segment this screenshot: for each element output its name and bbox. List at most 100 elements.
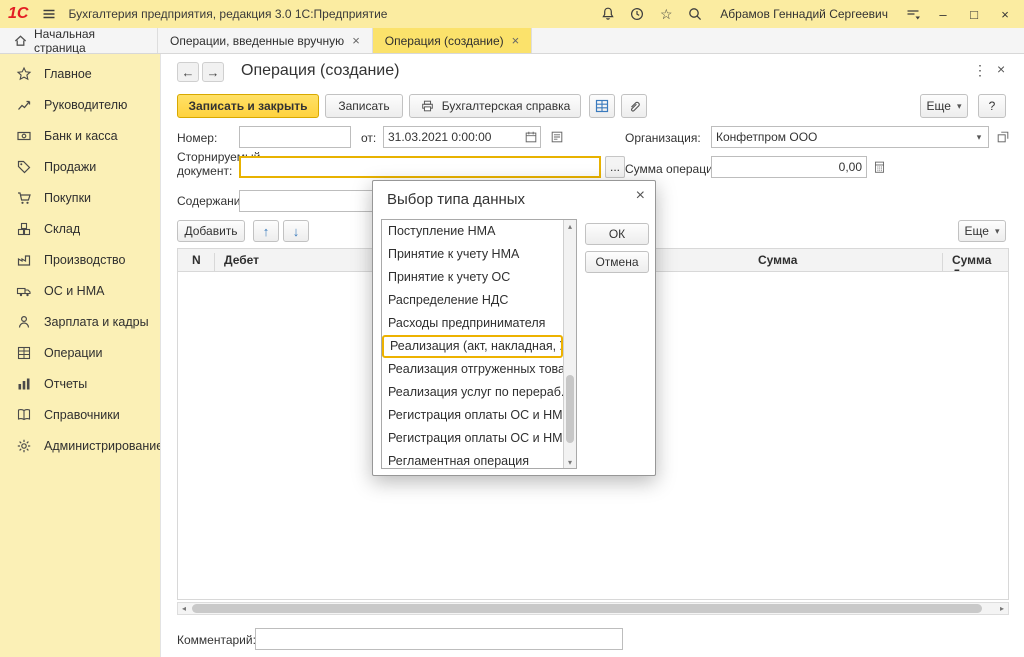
- show-postings-button[interactable]: [589, 94, 615, 118]
- number-input[interactable]: [240, 127, 350, 147]
- organization-input[interactable]: [712, 127, 970, 147]
- form-menu-kebab-icon[interactable]: ⋮: [973, 62, 987, 79]
- grid-more-button[interactable]: Еще ▾: [958, 220, 1006, 242]
- close-form-icon[interactable]: ×: [997, 61, 1005, 77]
- toolbar-more-button[interactable]: Еще ▾: [920, 94, 968, 118]
- tab-label: Операция (создание): [385, 34, 504, 48]
- close-tab-icon[interactable]: ×: [352, 33, 360, 48]
- app-window: 1С Бухгалтерия предприятия, редакция 3.0…: [0, 0, 1024, 657]
- list-item[interactable]: Расходы предпринимателя: [382, 312, 563, 335]
- calendar-icon[interactable]: [522, 127, 540, 147]
- storno-document-input[interactable]: [241, 158, 599, 176]
- dialog-cancel-button[interactable]: Отмена: [585, 251, 649, 273]
- scroll-up-icon[interactable]: ▴: [564, 220, 576, 232]
- bar-chart-icon: [16, 376, 32, 392]
- sidebar-item-directories[interactable]: Справочники: [0, 399, 160, 430]
- favorites-star-icon[interactable]: ☆: [656, 4, 676, 24]
- select-list-icon[interactable]: [547, 127, 567, 147]
- sidebar-item-warehouse[interactable]: Склад: [0, 213, 160, 244]
- postings-grid-icon: [594, 98, 610, 114]
- scroll-left-icon[interactable]: ◂: [178, 603, 190, 614]
- notifications-bell-icon[interactable]: [598, 4, 618, 24]
- column-separator: [942, 253, 943, 271]
- sidebar-item-fixed-assets[interactable]: ОС и НМА: [0, 275, 160, 306]
- list-item[interactable]: Регламентная операция: [382, 450, 563, 468]
- move-row-down-button[interactable]: ↓: [283, 220, 309, 242]
- date-input[interactable]: [384, 127, 522, 147]
- maximize-button[interactable]: □: [963, 4, 985, 24]
- open-organization-icon[interactable]: [993, 127, 1013, 147]
- current-user[interactable]: Абрамов Геннадий Сергеевич: [720, 7, 888, 21]
- save-and-close-button[interactable]: Записать и закрыть: [177, 94, 319, 118]
- add-row-button[interactable]: Добавить: [177, 220, 245, 242]
- sidebar-item-bank-cash[interactable]: Банк и касса: [0, 120, 160, 151]
- scroll-right-icon[interactable]: ▸: [996, 603, 1008, 614]
- scroll-down-icon[interactable]: ▾: [564, 456, 576, 468]
- help-button[interactable]: ?: [978, 94, 1006, 118]
- list-item-selected[interactable]: Реализация (акт, накладная, У...: [382, 335, 563, 358]
- sidebar-item-manager[interactable]: Руководителю: [0, 89, 160, 120]
- boxes-icon: [16, 221, 32, 237]
- sidebar-item-salary-hr[interactable]: Зарплата и кадры: [0, 306, 160, 337]
- list-item[interactable]: Принятие к учету ОС: [382, 266, 563, 289]
- storno-label-line2: документ:: [177, 164, 232, 178]
- comment-input[interactable]: [256, 629, 622, 649]
- chart-line-icon: [16, 97, 32, 113]
- save-button[interactable]: Записать: [325, 94, 403, 118]
- chevron-down-icon: ▾: [957, 101, 962, 112]
- dialog-ok-button[interactable]: ОК: [585, 223, 649, 245]
- horizontal-scrollbar[interactable]: ◂ ▸: [177, 602, 1009, 615]
- operation-amount-input[interactable]: [712, 157, 866, 177]
- sidebar-item-label: Администрирование: [44, 439, 163, 453]
- combo-dropdown-icon[interactable]: ▾: [970, 127, 988, 147]
- minimize-button[interactable]: –: [932, 4, 954, 24]
- service-menu-icon[interactable]: [903, 4, 923, 24]
- tab-operation-create[interactable]: Операция (создание) ×: [373, 28, 532, 53]
- list-item[interactable]: Регистрация оплаты ОС и НМ...: [382, 404, 563, 427]
- history-icon[interactable]: [627, 4, 647, 24]
- sidebar-item-administration[interactable]: Администрирование: [0, 430, 160, 461]
- nav-back-button[interactable]: ←: [177, 62, 199, 82]
- dialog-close-icon[interactable]: ×: [636, 187, 645, 205]
- list-item[interactable]: Реализация услуг по перераб...: [382, 381, 563, 404]
- close-tab-icon[interactable]: ×: [512, 33, 520, 48]
- sidebar-item-reports[interactable]: Отчеты: [0, 368, 160, 399]
- up-arrow-icon: ↑: [263, 224, 270, 239]
- tab-manual-operations[interactable]: Операции, введенные вручную ×: [158, 28, 373, 53]
- operation-amount-label: Сумма операции:: [625, 162, 723, 176]
- list-vertical-scrollbar[interactable]: ▴ ▾: [563, 220, 576, 468]
- sidebar-item-main[interactable]: Главное: [0, 58, 160, 89]
- sidebar-item-production[interactable]: Производство: [0, 244, 160, 275]
- column-header-n: N: [192, 253, 201, 267]
- hamburger-menu-icon[interactable]: [39, 4, 59, 24]
- close-window-button[interactable]: ×: [994, 4, 1016, 24]
- number-field: [239, 126, 351, 148]
- sidebar-item-label: Производство: [44, 253, 126, 267]
- accounting-reference-button[interactable]: Бухгалтерская справка: [409, 94, 581, 118]
- scrollbar-thumb[interactable]: [566, 375, 574, 443]
- list-item[interactable]: Регистрация оплаты ОС и НМ...: [382, 427, 563, 450]
- ledger-icon: [16, 345, 32, 361]
- calculator-icon[interactable]: [869, 157, 889, 177]
- list-item[interactable]: Распределение НДС: [382, 289, 563, 312]
- scrollbar-thumb[interactable]: [192, 604, 982, 613]
- attachments-button[interactable]: [621, 94, 647, 118]
- sidebar-item-label: Покупки: [44, 191, 91, 205]
- data-type-dialog: Выбор типа данных × Поступление НМА Прин…: [372, 180, 656, 476]
- list-item[interactable]: Реализация отгруженных това...: [382, 358, 563, 381]
- sidebar-item-label: Склад: [44, 222, 80, 236]
- nav-forward-button[interactable]: →: [202, 62, 224, 82]
- sidebar-item-purchases[interactable]: Покупки: [0, 182, 160, 213]
- 1c-logo: 1С: [8, 5, 28, 23]
- truck-icon: [16, 283, 32, 299]
- more-label: Еще: [927, 99, 951, 113]
- choose-storno-button[interactable]: ...: [605, 156, 625, 178]
- list-item[interactable]: Поступление НМА: [382, 220, 563, 243]
- tab-home[interactable]: Начальная страница: [0, 28, 158, 53]
- sidebar-item-sales[interactable]: Продажи: [0, 151, 160, 182]
- move-row-up-button[interactable]: ↑: [253, 220, 279, 242]
- list-item[interactable]: Принятие к учету НМА: [382, 243, 563, 266]
- sidebar-item-operations[interactable]: Операции: [0, 337, 160, 368]
- search-icon[interactable]: [685, 4, 705, 24]
- chevron-down-icon: ▾: [995, 226, 1000, 237]
